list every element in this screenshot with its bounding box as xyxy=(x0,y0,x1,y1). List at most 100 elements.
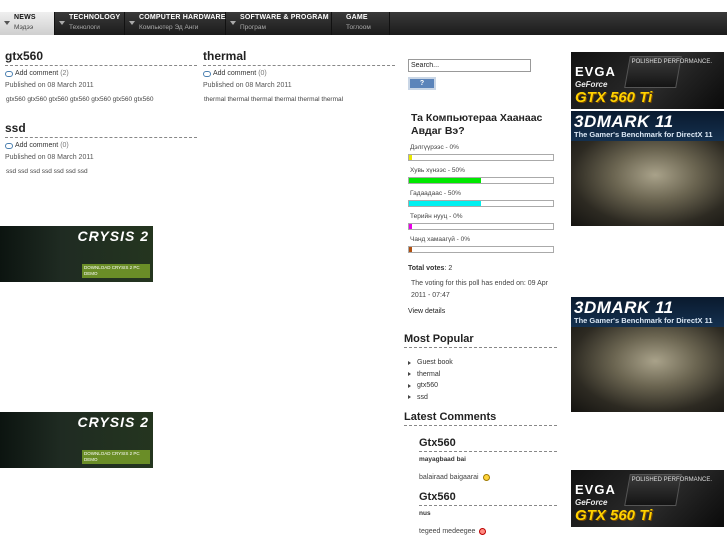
article-date: Published on 08 March 2011 xyxy=(203,82,292,89)
3dmark-subtitle: The Gamer's Benchmark for DirectX 11 xyxy=(574,130,713,139)
crysis2-ad[interactable]: CRYSIS 2 DOWNLOAD CRYSIS 2 PC DEMO xyxy=(0,412,153,468)
list-item-label: ssd xyxy=(417,393,428,401)
article-ssd: ssd Add comment (0) Published on 08 Marc… xyxy=(5,121,197,175)
latest-comment-text: tegeed medeegee xyxy=(419,528,559,535)
3dmark-subtitle: The Gamer's Benchmark for DirectX 11 xyxy=(574,316,713,325)
poll-total-value: : 2 xyxy=(444,265,453,272)
nav-item-title: NEWS xyxy=(14,14,36,21)
evga-gtx560ti-ad[interactable]: POLISHED PERFORMANCE. EVGA GeForce GTX 5… xyxy=(571,52,724,109)
3dmark-header: 3DMARK 11 The Gamer's Benchmark for Dire… xyxy=(571,297,724,327)
nav-item-subtitle: Мэдээ xyxy=(14,24,34,31)
article-body: gtx560 gtx560 gtx560 gtx560 gtx560 gtx56… xyxy=(6,96,154,103)
nav-item-software-program[interactable]: SOFTWARE & PROGRAM Програм xyxy=(226,12,332,35)
chevron-down-icon xyxy=(4,21,10,25)
add-comment-link[interactable]: Add comment xyxy=(213,70,256,77)
poll-result-fill xyxy=(409,155,412,160)
latest-comment-item: Gtx560 mayagbaad bai balairaad baigaarai xyxy=(419,437,559,481)
poll-option-label: Гадаадаас - 50% xyxy=(410,190,461,197)
most-popular-title: Most Popular xyxy=(404,333,557,348)
nav-item-computer-hardware[interactable]: COMPUTER HARDWARE Компьютер Эд Анги xyxy=(125,12,226,35)
3dmark11-ad[interactable]: 3DMARK 11 The Gamer's Benchmark for Dire… xyxy=(571,111,724,226)
most-popular-list: Guest book thermal gtx560 ssd xyxy=(408,357,453,403)
add-comment-link[interactable]: Add comment xyxy=(15,142,58,149)
search-button[interactable]: ? xyxy=(408,77,436,90)
poll-result-bar xyxy=(408,154,554,161)
bullet-arrow-icon xyxy=(408,372,411,377)
poll-result-fill xyxy=(409,224,412,229)
evga-logo: EVGA xyxy=(575,64,616,79)
crysis2-ad[interactable]: CRYSIS 2 DOWNLOAD CRYSIS 2 PC DEMO xyxy=(0,226,153,282)
list-item[interactable]: ssd xyxy=(408,392,453,404)
comment-count: (0) xyxy=(60,142,69,149)
article-title[interactable]: ssd xyxy=(5,121,197,138)
list-item-label: thermal xyxy=(417,370,441,378)
3dmark-header: 3DMARK 11 The Gamer's Benchmark for Dire… xyxy=(571,111,724,141)
article-title[interactable]: gtx560 xyxy=(5,49,197,66)
comment-icon xyxy=(203,70,211,77)
poll-ended-notice: The voting for this poll has ended on: 0… xyxy=(411,280,548,299)
nav-item-title: SOFTWARE & PROGRAM xyxy=(240,14,329,21)
3dmark-scene-image xyxy=(571,141,724,226)
poll: Та Компьютераа Хаанаас Авдаг Вэ? Дэлгүүр… xyxy=(408,112,554,315)
poll-option-label: Хувь хүнээс - 50% xyxy=(410,167,465,174)
nav-item-subtitle: Компьютер Эд Анги xyxy=(139,24,199,31)
latest-comment-item: Gtx560 nus tegeed medeegee xyxy=(419,491,559,535)
smiley-icon xyxy=(479,528,487,535)
nav-item-title: COMPUTER HARDWARE xyxy=(139,14,226,21)
poll-option-label: Терийн нууц - 0% xyxy=(410,213,463,220)
latest-comment-author: mayagbaad bai xyxy=(419,456,466,463)
poll-result-bar xyxy=(408,200,554,207)
poll-result-fill xyxy=(409,201,481,206)
poll-option-label: Чанд хамаагүй - 0% xyxy=(410,236,471,243)
ad-model-name: GTX 560 Ti xyxy=(575,89,653,106)
nav-item-title: GAME xyxy=(346,14,368,21)
article-title[interactable]: thermal xyxy=(203,49,395,66)
chevron-down-icon xyxy=(129,21,135,25)
article-meta: Add comment (0) xyxy=(203,70,395,77)
latest-comment-article-link[interactable]: Gtx560 xyxy=(419,437,557,452)
chevron-down-icon xyxy=(59,21,65,25)
list-item[interactable]: gtx560 xyxy=(408,380,453,392)
bullet-arrow-icon xyxy=(408,383,411,388)
list-item[interactable]: Guest book xyxy=(408,357,453,369)
add-comment-link[interactable]: Add comment xyxy=(15,70,58,77)
bullet-arrow-icon xyxy=(408,395,411,400)
poll-options: Дэлгүүрээс - 0% Хувь хүнээс - 50% Гадаадаа… xyxy=(408,144,554,253)
bullet-arrow-icon xyxy=(408,360,411,365)
3dmark11-ad[interactable]: 3DMARK 11 The Gamer's Benchmark for Dire… xyxy=(571,297,724,412)
3dmark-logo: 3DMARK 11 xyxy=(574,112,674,131)
smiley-icon xyxy=(482,474,490,481)
article-meta: Add comment (0) xyxy=(5,142,197,149)
comment-count: (0) xyxy=(258,70,267,77)
latest-comments-title: Latest Comments xyxy=(404,411,557,426)
geforce-logo: GeForce xyxy=(575,80,608,89)
nav-item-game[interactable]: GAME Тоглоом xyxy=(332,12,390,35)
evga-gtx560ti-ad[interactable]: POLISHED PERFORMANCE. EVGA GeForce GTX 5… xyxy=(571,470,724,527)
article-meta: Add comment (2) xyxy=(5,70,197,77)
3dmark-scene-image xyxy=(571,327,724,412)
poll-view-details-link[interactable]: View details xyxy=(408,308,554,315)
nav-item-subtitle: Технологи xyxy=(69,24,100,31)
nav-item-technology[interactable]: TECHNOLOGY Технологи xyxy=(55,12,125,35)
poll-result-bar xyxy=(408,246,554,253)
comment-icon xyxy=(5,70,13,77)
latest-comment-article-link[interactable]: Gtx560 xyxy=(419,491,557,506)
nav-item-subtitle: Тоглоом xyxy=(346,24,371,31)
nav-item-subtitle: Програм xyxy=(240,24,266,31)
latest-comment-text-label: balairaad baigaarai xyxy=(419,474,479,481)
search-input[interactable] xyxy=(408,59,531,72)
top-strip xyxy=(0,0,727,12)
poll-result-fill xyxy=(409,247,412,252)
nav-item-news[interactable]: NEWS Мэдээ xyxy=(0,12,55,35)
main-navigation: NEWS Мэдээ TECHNOLOGY Технологи COMPUTER… xyxy=(0,12,727,35)
crysis-download-banner: DOWNLOAD CRYSIS 2 PC DEMO xyxy=(82,264,150,278)
latest-comment-text-label: tegeed medeegee xyxy=(419,528,476,535)
list-item-label: gtx560 xyxy=(417,382,439,390)
evga-logo: EVGA xyxy=(575,482,616,497)
article-body: ssd ssd ssd ssd ssd ssd ssd xyxy=(6,168,88,175)
poll-result-bar xyxy=(408,177,554,184)
article-date: Published on 08 March 2011 xyxy=(5,82,94,89)
list-item[interactable]: thermal xyxy=(408,369,453,381)
geforce-logo: GeForce xyxy=(575,498,608,507)
crysis-download-banner: DOWNLOAD CRYSIS 2 PC DEMO xyxy=(82,450,150,464)
